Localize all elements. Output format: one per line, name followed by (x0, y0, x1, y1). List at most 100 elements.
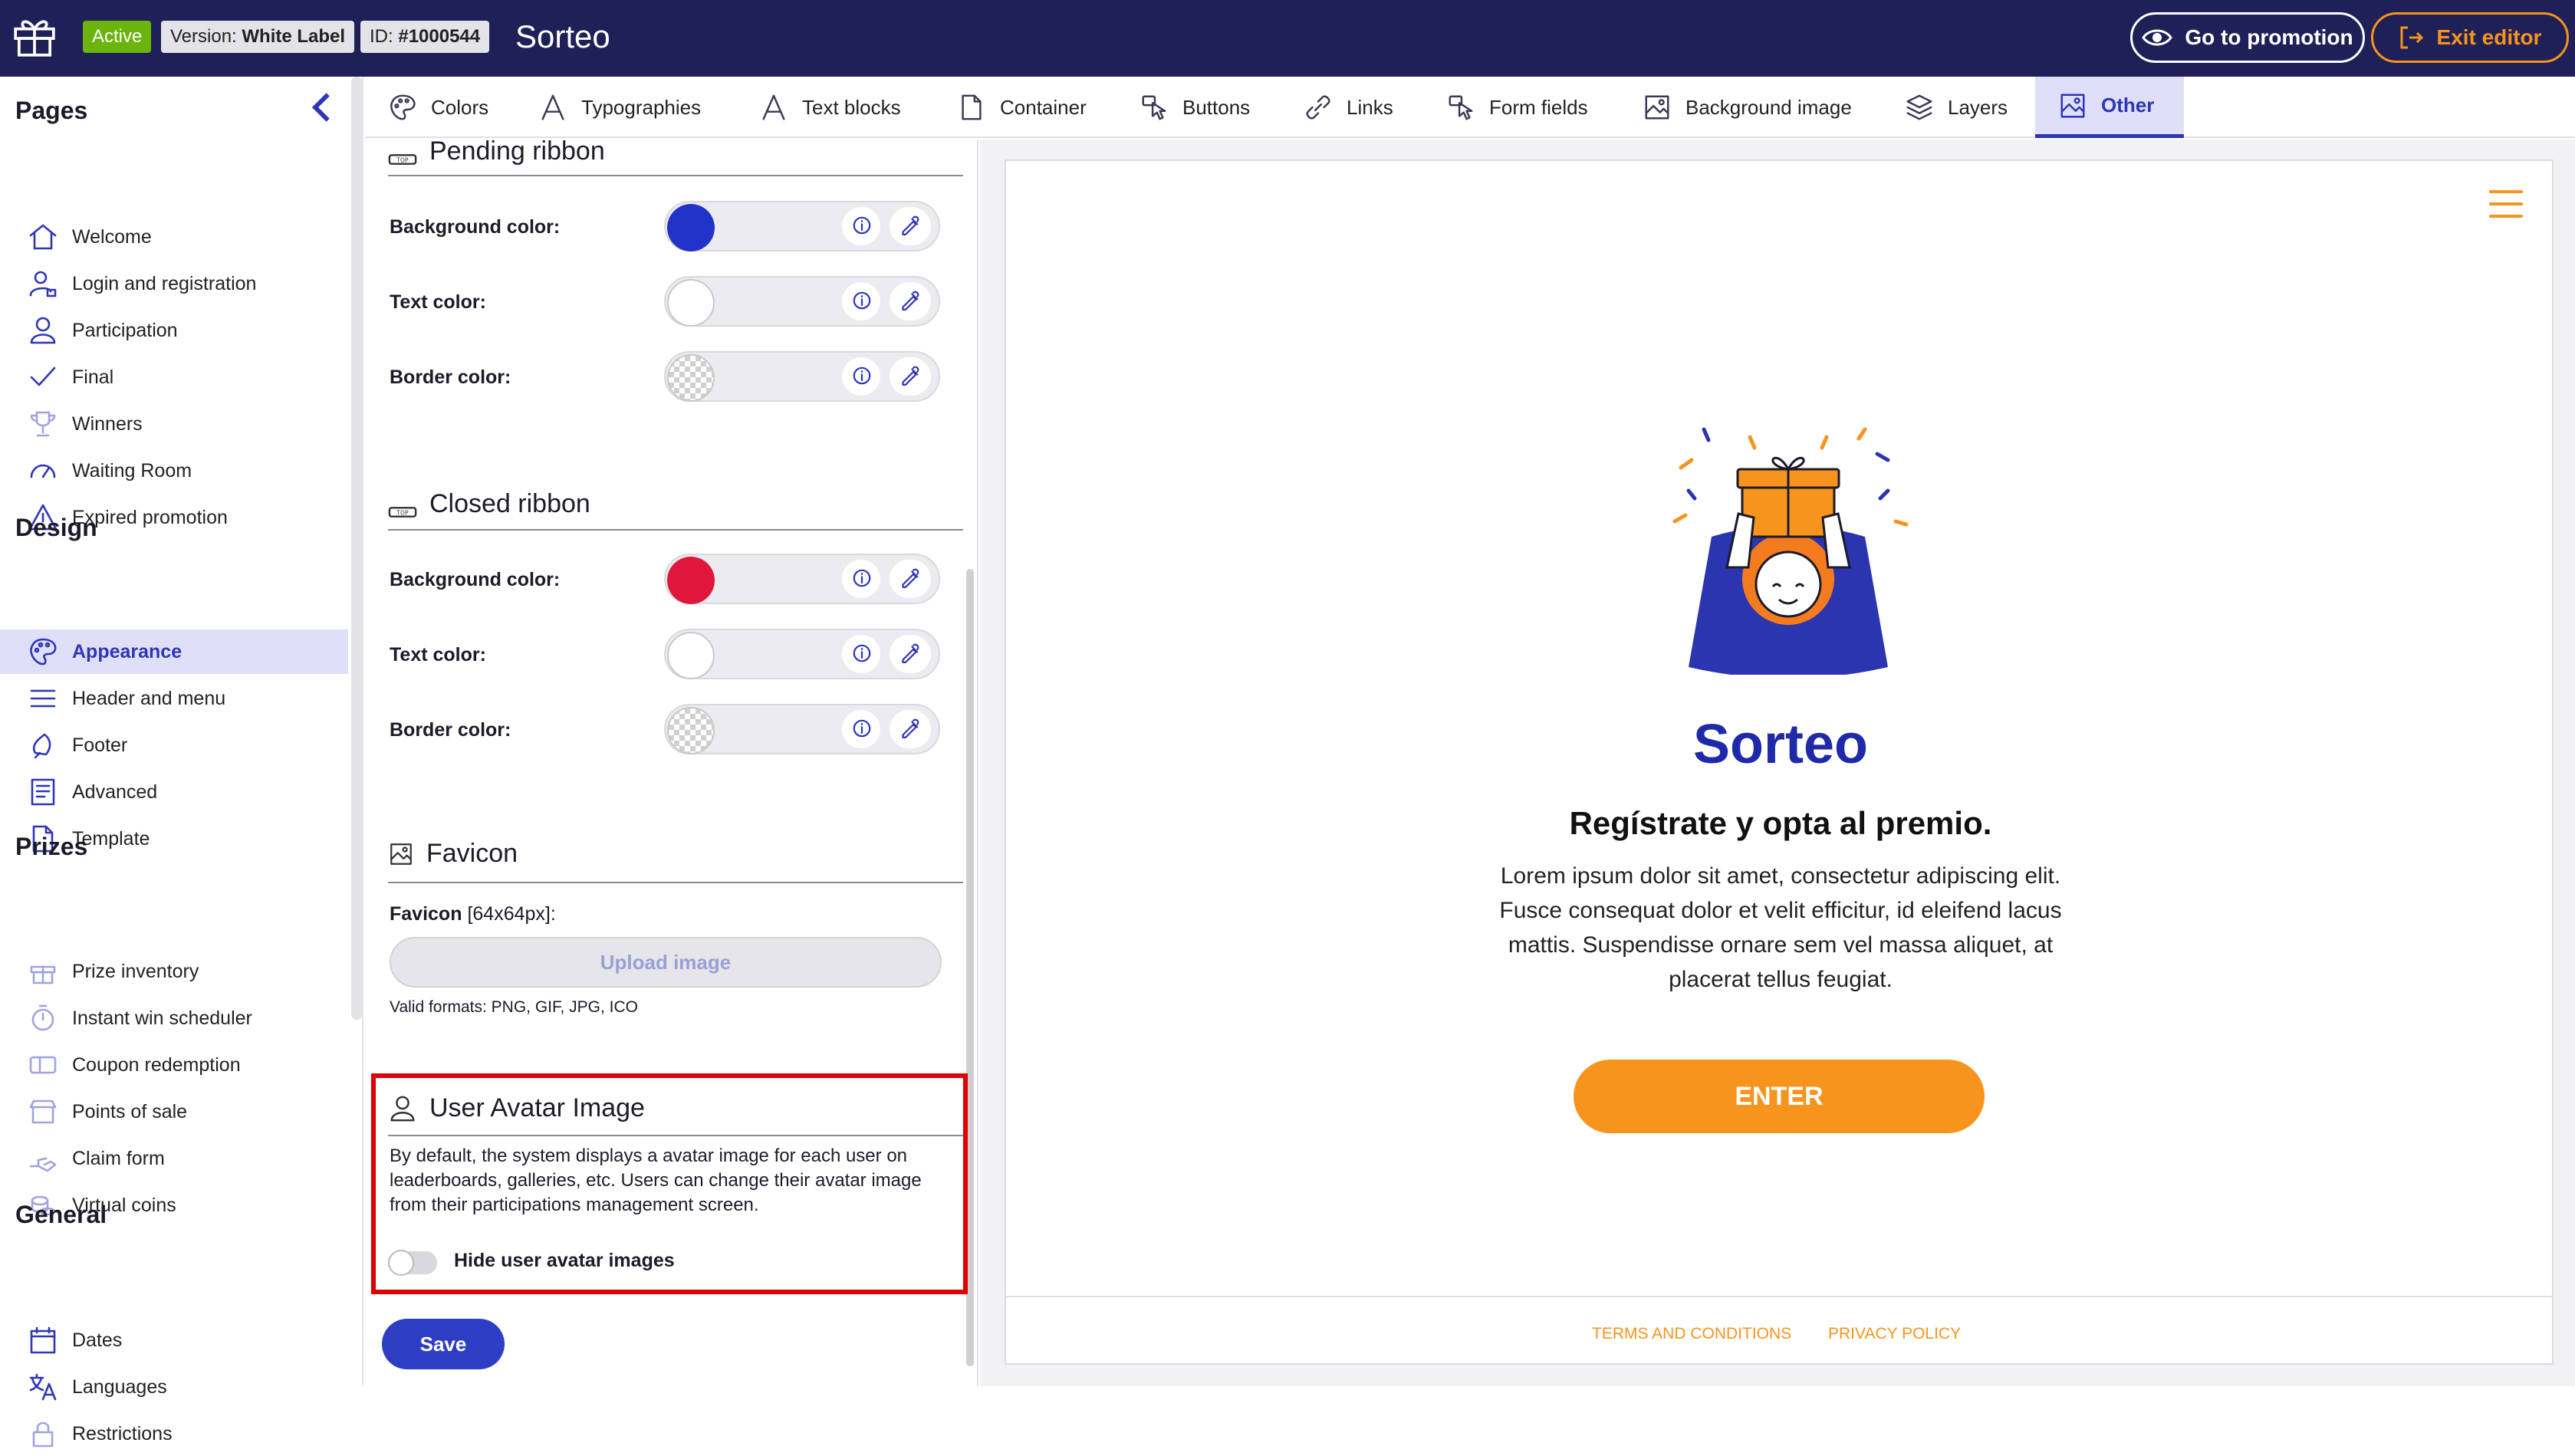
sidebar-item-label: Login and registration (72, 272, 257, 294)
pending-border-label: Border color: (390, 366, 511, 388)
gift-logo-icon[interactable] (11, 12, 58, 60)
footer-icon (28, 730, 58, 761)
go-to-promotion-button[interactable]: Go to promotion (2130, 12, 2365, 63)
exit-icon (2400, 26, 2423, 49)
tab-links[interactable]: Links (1304, 77, 1393, 138)
upload-image-button[interactable]: Upload image (390, 937, 942, 988)
pages-heading: Pages (15, 97, 88, 124)
font-icon (538, 93, 567, 122)
eyedropper-icon[interactable] (890, 357, 931, 396)
sidebar-item-label: Points of sale (72, 1100, 188, 1122)
sidebar-item-footer[interactable]: Footer (0, 723, 348, 767)
eyedropper-icon[interactable] (890, 207, 931, 245)
closed-border-picker[interactable] (664, 704, 940, 754)
tab-background-image[interactable]: Background image (1643, 77, 1852, 138)
calendar-icon (28, 1325, 58, 1356)
tab-buttons[interactable]: Buttons (1140, 77, 1250, 138)
eye-icon (2142, 29, 2173, 46)
save-button[interactable]: Save (382, 1319, 505, 1369)
link-icon (1304, 93, 1333, 122)
closed-background-picker[interactable] (664, 554, 940, 604)
info-icon[interactable] (842, 282, 880, 320)
sidebar-item-waiting-room[interactable]: Waiting Room (0, 449, 348, 493)
tab-layers[interactable]: Layers (1905, 77, 2008, 138)
color-swatch[interactable] (667, 632, 715, 679)
eyedropper-icon[interactable] (890, 282, 931, 320)
font-icon (759, 93, 788, 122)
sidebar-item-coupon[interactable]: Coupon redemption (0, 1043, 348, 1087)
sidebar-item-instant-win[interactable]: Instant win scheduler (0, 996, 348, 1040)
eyedropper-icon[interactable] (890, 635, 931, 673)
eyedropper-icon[interactable] (890, 560, 931, 598)
color-swatch[interactable] (667, 204, 715, 251)
pending-text-picker[interactable] (664, 276, 940, 327)
preview-body-text: Lorem ipsum dolor sit amet, consectetur … (1499, 863, 2062, 992)
eyedropper-icon[interactable] (890, 710, 931, 748)
privacy-link[interactable]: PRIVACY POLICY (1828, 1325, 1961, 1343)
sidebar-item-final[interactable]: Final (0, 355, 348, 399)
closed-background-label: Background color: (390, 569, 561, 590)
sidebar-item-winners[interactable]: Winners (0, 402, 348, 446)
code-icon (28, 777, 58, 807)
color-swatch[interactable] (667, 279, 715, 327)
hamburger-menu-icon[interactable] (2489, 187, 2523, 221)
sidebar-item-points-of-sale[interactable]: Points of sale (0, 1090, 348, 1134)
pending-ribbon-title-text: Pending ribbon (429, 140, 605, 166)
tab-other[interactable]: Other (2035, 77, 2184, 138)
stopwatch-icon (28, 1003, 58, 1034)
hide-avatar-label: Hide user avatar images (454, 1250, 675, 1271)
exit-editor-button[interactable]: Exit editor (2371, 12, 2569, 63)
closed-ribbon-title: TOP Closed ribbon (388, 489, 590, 519)
sidebar-item-welcome[interactable]: Welcome (0, 215, 348, 259)
enter-button[interactable]: ENTER (1574, 1060, 1985, 1133)
prizes-heading: Prizes (15, 833, 88, 860)
sidebar-item-header-menu[interactable]: Header and menu (0, 676, 348, 721)
color-swatch[interactable] (667, 707, 715, 754)
sidebar-item-login[interactable]: Login and registration (0, 261, 348, 306)
collapse-sidebar-icon[interactable] (310, 92, 336, 123)
terms-link[interactable]: TERMS AND CONDITIONS (1592, 1325, 1791, 1343)
user-avatar-title-text: User Avatar Image (429, 1093, 645, 1122)
user-avatar-description: By default, the system displays a avatar… (390, 1145, 922, 1215)
ribbon-icon: TOP (388, 144, 417, 165)
tab-container[interactable]: Container (957, 77, 1087, 138)
info-icon[interactable] (842, 207, 880, 245)
sidebar-item-claim-form[interactable]: Claim form (0, 1136, 348, 1181)
sidebar-item-dates[interactable]: Dates (0, 1318, 348, 1362)
tab-colors[interactable]: Colors (388, 77, 488, 138)
general-heading: General (15, 1201, 107, 1228)
color-swatch[interactable] (667, 354, 715, 402)
hide-avatar-toggle[interactable] (388, 1250, 437, 1276)
sidebar-scrollbar[interactable] (351, 77, 362, 1020)
svg-text:TOP: TOP (396, 156, 409, 163)
tab-form-fields[interactable]: Form fields (1446, 77, 1588, 138)
exit-editor-label: Exit editor (2436, 25, 2542, 49)
tab-label: Form fields (1489, 95, 1588, 119)
color-swatch[interactable] (667, 557, 715, 604)
sidebar-item-appearance[interactable]: Appearance (0, 629, 348, 674)
info-icon[interactable] (842, 710, 880, 748)
divider (388, 529, 963, 531)
promotion-preview: Sorteo Regístrate y opta al premio. Lore… (1005, 159, 2554, 1365)
info-icon[interactable] (842, 357, 880, 396)
user-icon (388, 1094, 417, 1123)
tab-typographies[interactable]: Typographies (538, 77, 701, 138)
pending-border-picker[interactable] (664, 351, 940, 402)
info-icon[interactable] (842, 635, 880, 673)
closed-text-picker[interactable] (664, 629, 940, 679)
sidebar-item-advanced[interactable]: Advanced (0, 770, 348, 814)
sidebar-item-prize-inventory[interactable]: Prize inventory (0, 949, 348, 994)
info-icon[interactable] (842, 560, 880, 598)
hand-icon (28, 1143, 58, 1174)
sidebar-item-participation[interactable]: Participation (0, 308, 348, 353)
palette-icon (28, 636, 58, 667)
sidebar-item-restrictions[interactable]: Restrictions (0, 1412, 348, 1456)
pending-background-picker[interactable] (664, 201, 940, 251)
sidebar-item-languages[interactable]: Languages (0, 1365, 348, 1409)
tab-text-blocks[interactable]: Text blocks (759, 77, 901, 138)
preview-area: Sorteo Regístrate y opta al premio. Lore… (980, 140, 2575, 1386)
toggle-knob[interactable] (388, 1250, 414, 1276)
preview-title: Sorteo (1692, 714, 1869, 775)
sidebar-item-label: Header and menu (72, 687, 226, 709)
pending-text-label: Text color: (390, 291, 486, 313)
